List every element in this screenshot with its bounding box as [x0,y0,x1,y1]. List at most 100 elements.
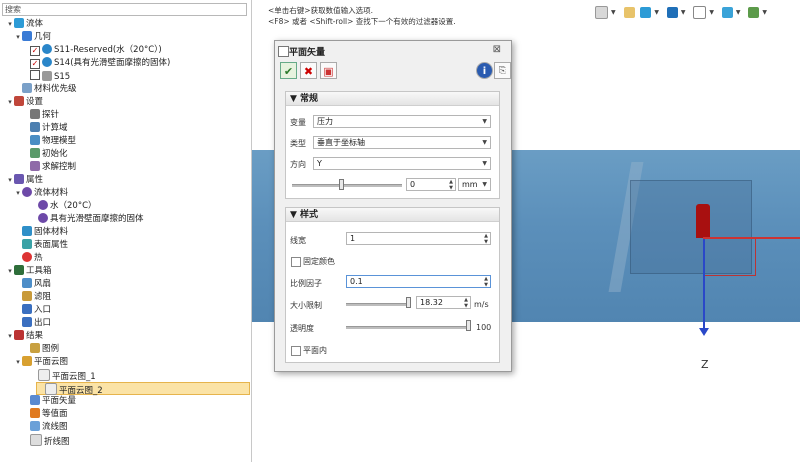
tree-item[interactable]: 探针 [0,109,59,122]
tree-item[interactable]: ✓ S11-Reserved(水（20°C）) [0,44,162,57]
offset-input[interactable]: 0 ▲ ▼ [406,178,456,191]
tree-item[interactable]: 材料优先级 [0,83,77,96]
tree-item[interactable]: S15 [0,70,70,83]
preview-button[interactable]: ▣ [320,62,337,79]
size-limit-input[interactable]: 18.32 ▲ ▼ [416,296,471,309]
tree-item[interactable]: ▾ 设置 [0,96,43,109]
fluid-study-icon [14,18,24,28]
tree-item[interactable]: 平面云图_2 [36,382,250,396]
spinner-icon[interactable]: ▲ ▼ [484,233,488,245]
tree-item[interactable]: 风扇 [0,278,51,291]
in-plane-checkbox[interactable] [291,346,301,356]
chevron-down-icon[interactable]: ▾ [6,18,14,31]
help-info-button[interactable]: i [476,62,493,79]
tree-search-input[interactable] [2,3,247,16]
chevron-down-icon[interactable]: ▾ [6,330,14,343]
tree-item[interactable]: 水（20°C） [0,200,97,213]
offset-slider[interactable] [292,184,402,187]
view-orient-icon[interactable] [595,6,608,19]
monitor-icon[interactable] [748,7,760,18]
offset-slider-thumb[interactable] [339,179,345,190]
contour-item-icon [45,383,57,395]
chevron-down-icon[interactable]: ▾ [14,31,22,44]
variable-select[interactable]: 压力 ▼ [313,115,491,128]
chevron-down-icon[interactable]: ▾ [6,265,14,278]
pin-button[interactable]: ⎘ [494,62,511,79]
transparency-slider-thumb[interactable] [466,320,471,331]
chevron-down-icon[interactable]: ▼ [654,9,659,16]
chevron-down-icon[interactable]: ▾ [6,96,14,109]
close-icon[interactable]: ⊠ [493,44,501,55]
tree-item[interactable]: 表面属性 [0,239,68,252]
visibility-checkbox[interactable] [30,70,40,80]
ok-button[interactable]: ✔ [280,62,297,79]
contour-icon [22,356,32,366]
chevron-down-icon[interactable]: ▾ [14,187,22,200]
tree-item[interactable]: 求解控制 [0,161,76,174]
chevron-down-icon[interactable]: ▼ [736,9,741,16]
visibility-checkbox[interactable]: ✓ [30,46,40,56]
tree-item[interactable]: ▾ 平面云图 [0,356,68,369]
chevron-down-icon[interactable]: ▼ [611,9,616,16]
tree-item[interactable]: 平面矢量 [0,395,76,408]
gray-body-icon [42,71,52,81]
tree-item[interactable]: 入口 [0,304,51,317]
display-style-icon[interactable] [640,7,652,18]
scale-factor-value: 0.1 [350,277,363,286]
spinner-icon[interactable]: ▲ ▼ [464,297,468,309]
tree-item[interactable]: 滤阻 [0,291,51,304]
chevron-down-icon[interactable]: ▼ [709,9,714,16]
tree-item[interactable]: 平面云图_1 [0,369,96,382]
triad-guide [705,239,756,276]
tree-item[interactable]: 固体材料 [0,226,68,239]
type-select[interactable]: 垂直于坐标轴 ▼ [313,136,491,149]
size-limit-slider[interactable] [346,303,411,306]
tree-item-label: 计算域 [42,123,68,133]
tree-item[interactable]: 初始化 [0,148,68,161]
offset-unit-select[interactable]: mm ▼ [458,178,491,191]
transparency-slider[interactable] [346,326,471,329]
section-view-icon[interactable] [623,7,635,18]
general-section-header[interactable]: ▼ 常规 [286,92,499,106]
tree-item[interactable]: 物理模型 [0,135,76,148]
appearance-icon[interactable] [693,6,707,19]
spinner-icon[interactable]: ▲ ▼ [449,179,453,191]
tree-item[interactable]: ▾ 工具箱 [0,265,52,278]
size-limit-slider-thumb[interactable] [406,297,411,308]
direction-select[interactable]: Y ▼ [313,157,491,170]
tree-item[interactable]: ▾ 属性 [0,174,43,187]
tree-item-label: 初始化 [42,149,68,159]
tree-item[interactable]: 图例 [0,343,59,356]
tree-item[interactable]: ✓ S14(具有光滑壁面摩擦的固体) [0,57,170,70]
chevron-down-icon[interactable]: ▾ [14,356,22,369]
cancel-button[interactable]: ✖ [300,62,317,79]
chevron-down-icon[interactable]: ▼ [762,9,767,16]
fixed-color-checkbox[interactable] [291,257,301,267]
scale-factor-input[interactable]: 0.1 ▲ ▼ [346,275,491,288]
tree-item[interactable]: ▾ 流体 [0,18,43,31]
style-section-header[interactable]: ▼ 样式 [286,208,499,222]
tree-item[interactable]: 折线图 [0,434,70,447]
hide-show-icon[interactable] [666,7,678,18]
tree-item[interactable]: 具有光滑壁面摩擦的固体 [0,213,144,226]
tree-item[interactable]: ▾ 几何 [0,31,51,44]
tree-item[interactable]: ▾ 流体材料 [0,187,68,200]
tree-item[interactable]: 热 [0,252,43,265]
direction-value: Y [317,159,322,168]
line-width-input[interactable]: 1 ▲ ▼ [346,232,491,245]
tree-item[interactable]: ▾ 结果 [0,330,43,343]
tree-item[interactable]: 计算域 [0,122,68,135]
visibility-checkbox[interactable]: ✓ [30,59,40,69]
fluid-material-icon [22,187,32,197]
scene-icon[interactable] [721,7,733,18]
spinner-icon[interactable]: ▲ ▼ [484,276,488,288]
tree-item-label: S14(具有光滑壁面摩擦的固体) [54,58,171,68]
inlet-icon [22,304,32,314]
tree-item[interactable]: 等值面 [0,408,68,421]
chevron-down-icon[interactable]: ▼ [681,9,686,16]
solid-icon [38,213,48,223]
chevron-down-icon[interactable]: ▾ [6,174,14,187]
tree-item[interactable]: 出口 [0,317,51,330]
view-toolbar: ▼ ▼ ▼ ▼ ▼ ▼ [595,6,772,20]
tree-item[interactable]: 流线图 [0,421,68,434]
